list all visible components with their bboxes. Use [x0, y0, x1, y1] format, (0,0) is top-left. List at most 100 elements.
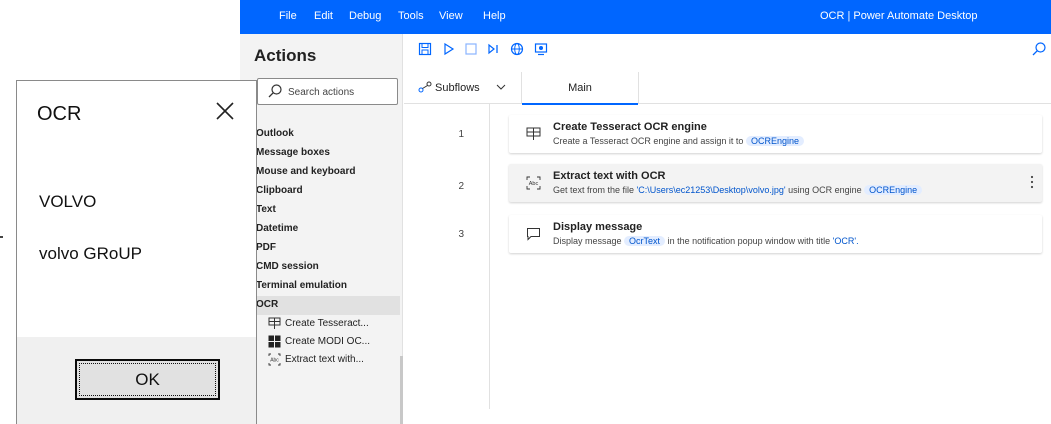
category-label: OCR — [256, 299, 279, 310]
windows-logo-icon — [268, 335, 281, 348]
action-create-tesseract[interactable]: Create Tesseract... — [240, 315, 403, 333]
actions-title: Actions — [254, 46, 317, 65]
menu-edit[interactable]: Edit — [314, 10, 333, 22]
tab-selected-indicator — [522, 103, 638, 105]
step-title: Display message — [553, 221, 643, 233]
category-text[interactable]: › Text — [240, 201, 403, 220]
search-icon[interactable] — [1032, 42, 1046, 56]
ocr-message-box: OCR VOLVO volvo GRoUP OK — [16, 80, 257, 424]
subflow-icon — [418, 81, 432, 93]
menu-help[interactable]: Help — [483, 10, 506, 22]
category-label: CMD session — [256, 261, 319, 272]
category-mouse-and-keyboard[interactable]: › Mouse and keyboard — [240, 163, 403, 182]
category-ocr[interactable]: ˅ OCR — [240, 296, 400, 315]
search-actions-box[interactable] — [257, 78, 398, 105]
step-title: Create Tesseract OCR engine — [553, 121, 707, 133]
ok-button[interactable]: OK — [75, 359, 220, 400]
category-label: Message boxes — [256, 147, 330, 158]
category-pdf[interactable]: › PDF — [240, 239, 403, 258]
menu-file[interactable]: File — [279, 10, 297, 22]
run-icon[interactable] — [442, 42, 456, 56]
web-recorder-icon[interactable] — [510, 42, 524, 56]
flow-designer: Subflows Main 1 2 3 Create Tesseract OCR… — [404, 34, 1051, 424]
desc-text: Create a Tesseract OCR engine and assign… — [553, 136, 744, 146]
step-number: 1 — [458, 129, 464, 140]
menu-debug[interactable]: Debug — [349, 10, 381, 22]
power-automate-window: File Edit Debug Tools View Help OCR | Po… — [240, 0, 1051, 424]
desc-text: in the notification popup window with ti… — [667, 236, 831, 246]
menu-tools[interactable]: Tools — [398, 10, 424, 22]
chevron-down-icon — [496, 84, 506, 90]
variable-chip[interactable]: OCREngine — [745, 136, 804, 146]
step-description: Create a Tesseract OCR engine and assign… — [553, 136, 804, 146]
action-extract-text-with-ocr[interactable]: Abc Extract text with... — [240, 351, 403, 369]
step-number: 2 — [458, 181, 464, 192]
actions-panel: Actions › Outlook › Message boxes › Mous… — [240, 34, 403, 424]
action-category-list: › Outlook › Message boxes › Mouse and ke… — [240, 125, 403, 369]
category-label: Terminal emulation — [256, 280, 347, 291]
category-label: PDF — [256, 242, 276, 253]
category-label: Outlook — [256, 128, 294, 139]
svg-text:Abc: Abc — [529, 181, 539, 187]
step-icon[interactable] — [486, 42, 500, 56]
category-datetime[interactable]: › Datetime — [240, 220, 403, 239]
action-label: Create MODI OC... — [285, 336, 371, 347]
action-label: Extract text with... — [285, 354, 364, 365]
category-terminal-emulation[interactable]: › Terminal emulation — [240, 277, 403, 296]
variable-chip[interactable]: OcrText — [624, 236, 666, 246]
desc-text: Display message — [553, 236, 622, 246]
step-description: Get text from the file 'C:\Users\ec21253… — [553, 185, 923, 195]
message-box-footer: OK — [17, 337, 256, 424]
file-path: 'C:\Users\ec21253\Desktop\volvo.jpg' — [636, 185, 786, 195]
line-number-divider — [489, 104, 490, 409]
category-label: Text — [256, 204, 276, 215]
tab-label: Main — [568, 82, 592, 94]
step-number: 3 — [458, 229, 464, 240]
tesseract-icon — [268, 317, 281, 329]
action-create-modi-ocr[interactable]: Create MODI OC... — [240, 333, 403, 351]
more-options-icon[interactable] — [1030, 175, 1034, 189]
menu-view[interactable]: View — [439, 10, 463, 22]
designer-toolbar — [404, 34, 1051, 64]
step-title: Extract text with OCR — [553, 170, 666, 182]
category-outlook[interactable]: › Outlook — [240, 125, 403, 144]
message-line-2: volvo GRoUP — [39, 244, 142, 263]
ok-button-label: OK — [135, 370, 160, 389]
category-label: Clipboard — [256, 185, 303, 196]
flow-step-extract-text[interactable]: Abc Extract text with OCR Get text from … — [509, 164, 1042, 202]
actions-scrollbar[interactable] — [400, 356, 403, 424]
category-message-boxes[interactable]: › Message boxes — [240, 144, 403, 163]
message-icon — [527, 228, 540, 241]
tesseract-icon — [526, 127, 541, 140]
close-icon[interactable] — [215, 101, 235, 121]
svg-text:Abc: Abc — [270, 358, 279, 364]
tab-main[interactable]: Main — [522, 72, 639, 105]
desc-text: Get text from the file — [553, 185, 635, 195]
designer-tabs: Subflows Main — [404, 72, 1051, 105]
variable-chip[interactable]: OCREngine — [864, 185, 923, 195]
flow-step-display-message[interactable]: Display message Display message OcrText … — [509, 215, 1042, 253]
tab-subflows[interactable]: Subflows — [404, 72, 522, 104]
window-title: OCR | Power Automate Desktop — [820, 10, 978, 22]
save-icon[interactable] — [418, 42, 432, 56]
flow-step-create-tesseract[interactable]: Create Tesseract OCR engine Create a Tes… — [509, 115, 1042, 153]
category-clipboard[interactable]: › Clipboard — [240, 182, 403, 201]
category-cmd-session[interactable]: › CMD session — [240, 258, 403, 277]
search-icon — [268, 84, 282, 98]
ocr-text-icon: Abc — [526, 176, 541, 190]
message-line-1: VOLVO — [39, 192, 97, 211]
stop-icon[interactable] — [464, 42, 478, 56]
desc-text: using OCR engine — [788, 185, 862, 195]
ocr-text-icon: Abc — [268, 353, 281, 366]
tab-label: Subflows — [435, 82, 480, 94]
background-edge — [0, 236, 3, 238]
title-value: 'OCR'. — [832, 236, 859, 246]
step-description: Display message OcrText in the notificat… — [553, 236, 859, 246]
message-box-title: OCR — [37, 103, 82, 125]
category-label: Mouse and keyboard — [256, 166, 356, 177]
search-actions-input[interactable] — [288, 83, 393, 101]
category-label: Datetime — [256, 223, 299, 234]
action-label: Create Tesseract... — [285, 318, 369, 329]
menu-bar: File Edit Debug Tools View Help OCR | Po… — [240, 0, 1051, 34]
desktop-recorder-icon[interactable] — [534, 42, 548, 56]
